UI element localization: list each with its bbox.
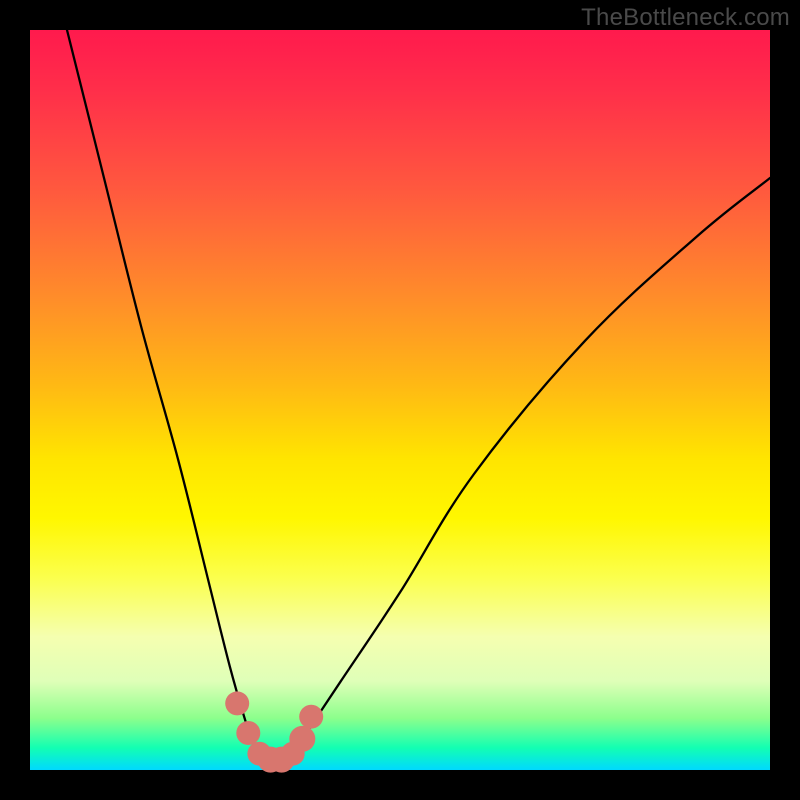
curve-group bbox=[67, 30, 770, 763]
chart-stage: TheBottleneck.com bbox=[0, 0, 800, 800]
bottleneck-curve-path bbox=[67, 30, 770, 763]
highlight-marker bbox=[236, 721, 260, 745]
highlight-marker bbox=[289, 726, 315, 752]
highlight-marker bbox=[299, 705, 323, 729]
plot-area bbox=[30, 30, 770, 770]
chart-svg bbox=[30, 30, 770, 770]
highlight-marker bbox=[225, 691, 249, 715]
marker-group bbox=[225, 691, 323, 772]
watermark-text: TheBottleneck.com bbox=[581, 4, 790, 32]
